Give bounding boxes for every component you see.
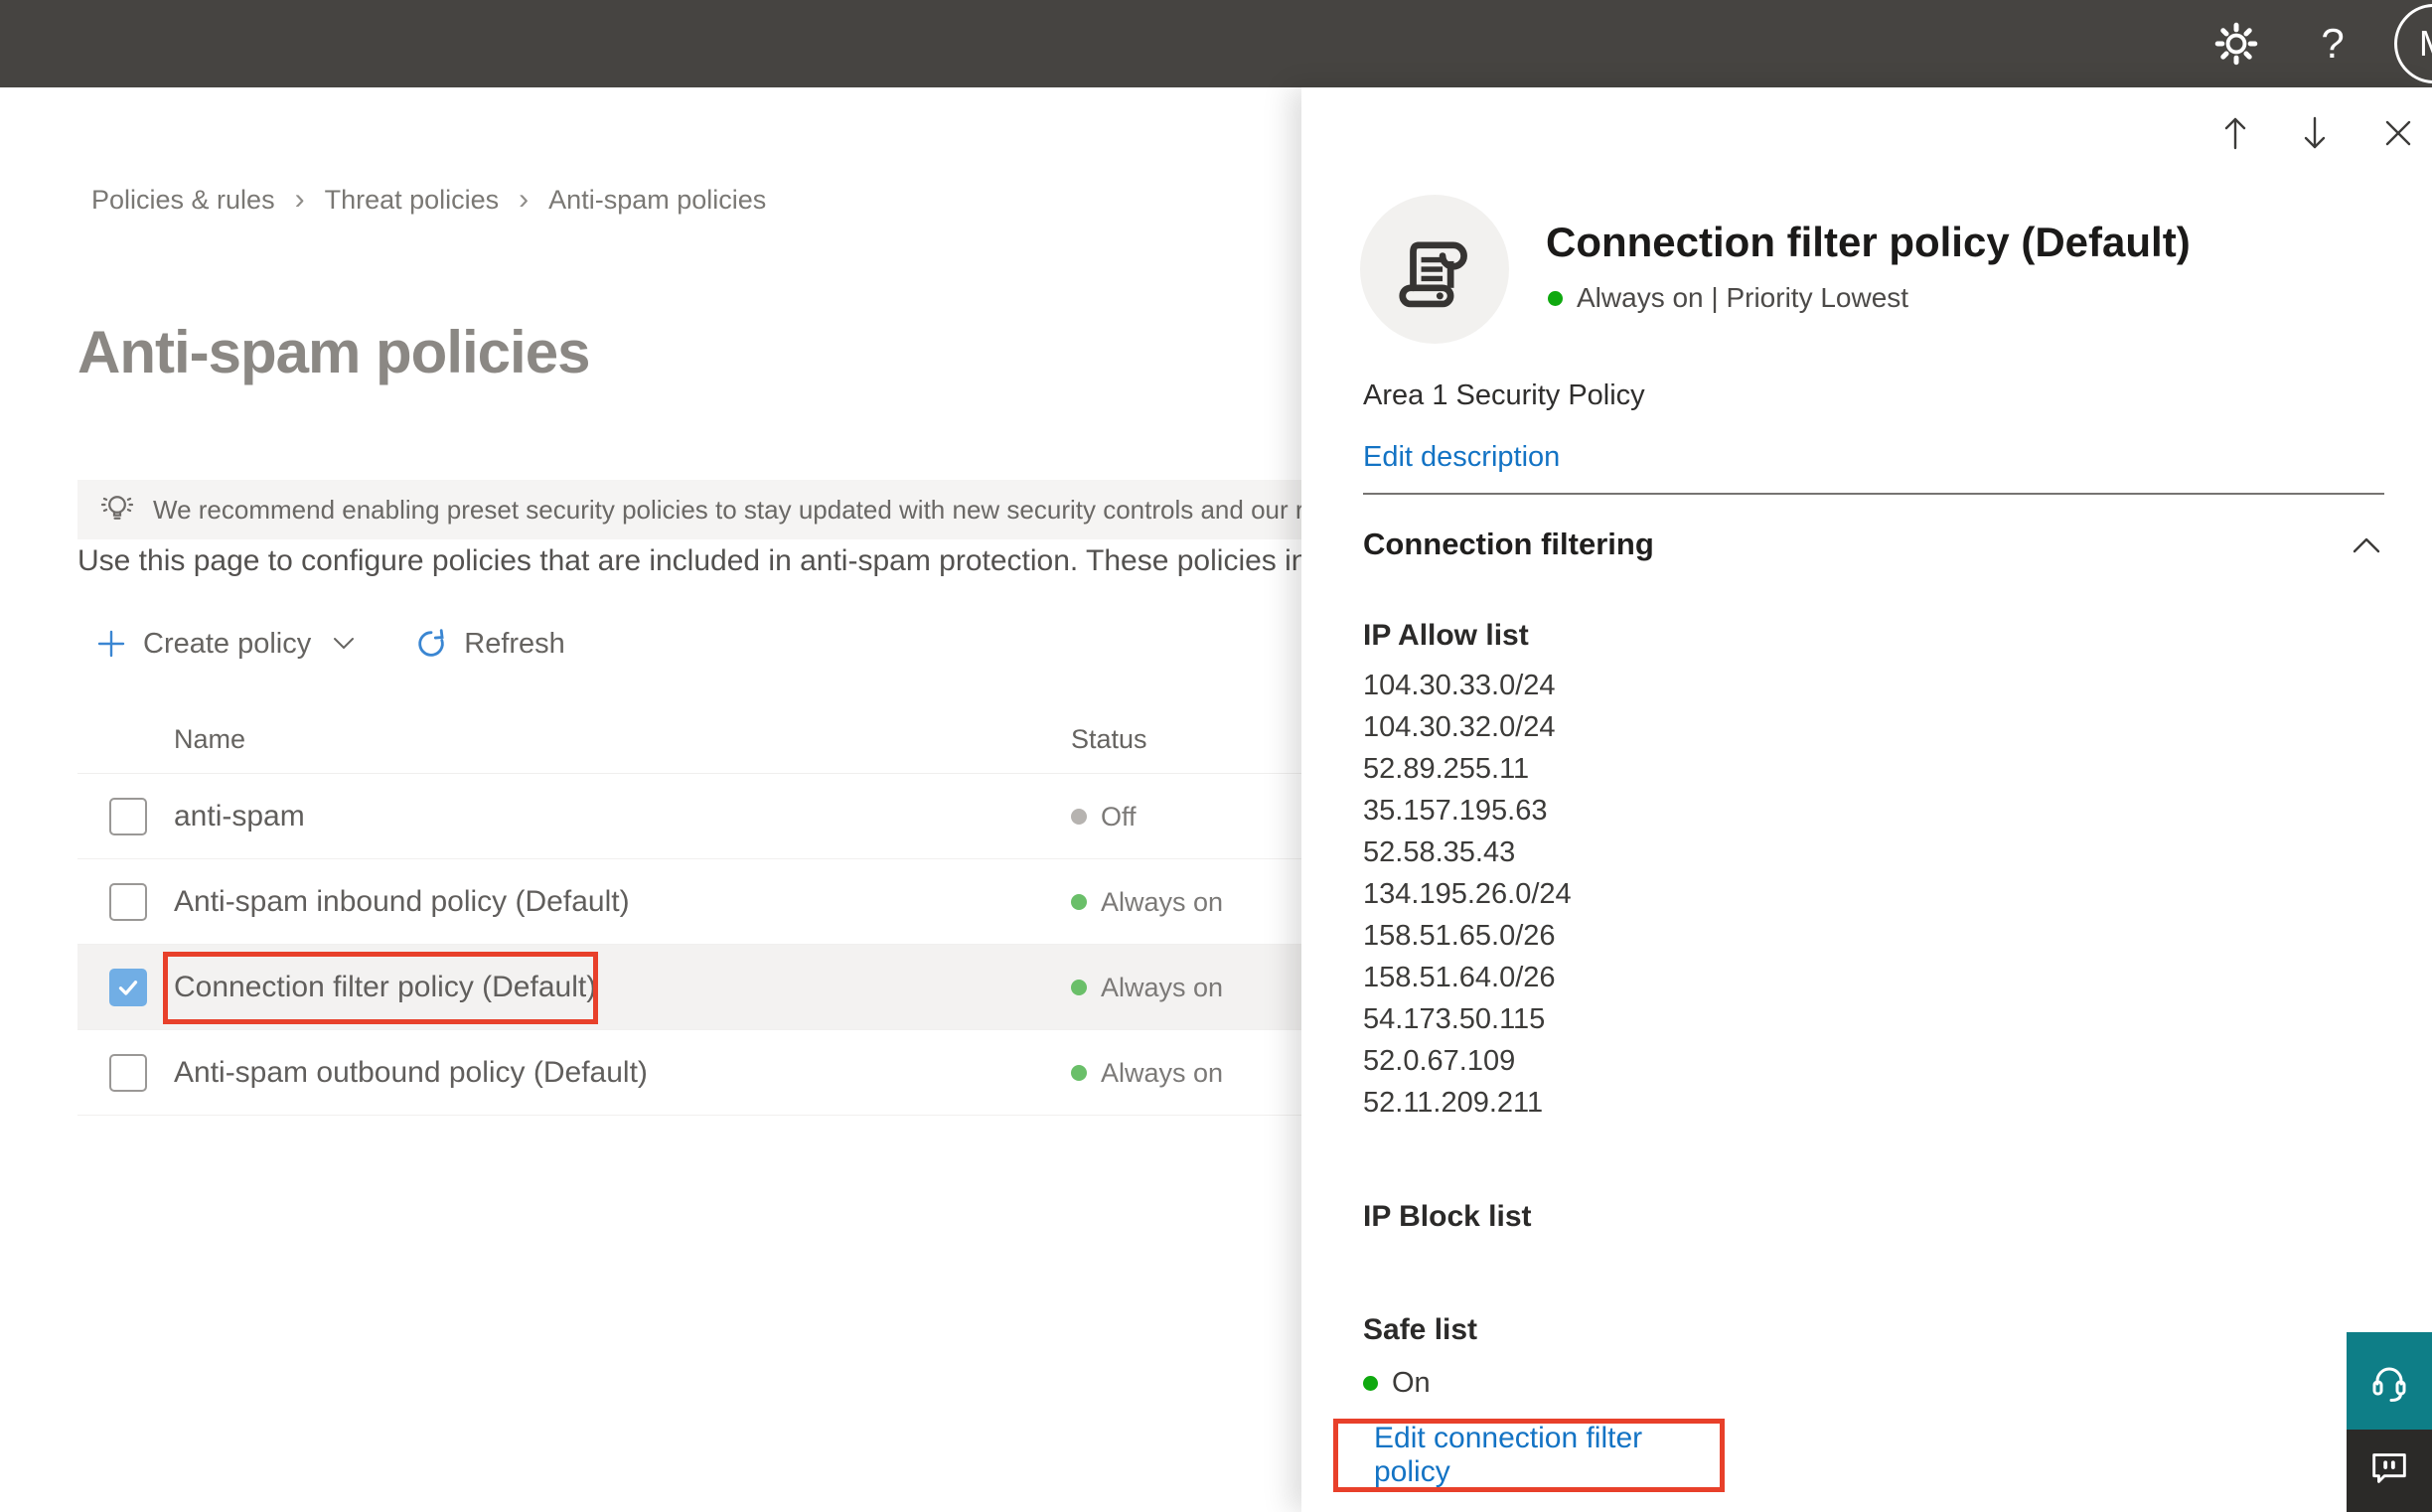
refresh-icon xyxy=(418,629,444,657)
headset-icon xyxy=(2372,1367,2406,1402)
edit-description-link[interactable]: Edit description xyxy=(1363,441,1560,474)
divider xyxy=(1363,493,2384,495)
status-badge: Always on xyxy=(1071,945,1223,1030)
breadcrumb-separator-icon: › xyxy=(519,183,530,216)
safe-list-status-label: On xyxy=(1392,1367,1431,1399)
column-header-name: Name xyxy=(174,724,246,754)
ip-entry: 104.30.33.0/24 xyxy=(1363,670,1556,701)
policy-description: Area 1 Security Policy xyxy=(1363,379,1645,411)
row-checkbox[interactable] xyxy=(109,883,147,921)
chevron-up-collapse-icon[interactable] xyxy=(2347,530,2386,560)
flyout-title: Connection filter policy (Default) xyxy=(1546,219,2191,265)
table-row-selected[interactable]: Connection filter policy (Default) Alway… xyxy=(77,945,1301,1030)
page-description: Use this page to configure policies that… xyxy=(77,544,1301,577)
previous-item-arrow-up-icon[interactable] xyxy=(2213,111,2257,155)
status-label: Always on xyxy=(1101,886,1224,917)
page-title: Anti-spam policies xyxy=(77,319,590,385)
row-checkbox-checked[interactable] xyxy=(109,969,147,1006)
plus-icon xyxy=(97,630,125,658)
breadcrumb-policies-rules[interactable]: Policies & rules xyxy=(91,185,275,216)
next-item-arrow-down-icon[interactable] xyxy=(2293,111,2337,155)
ip-entry: 52.89.255.11 xyxy=(1363,753,1530,785)
lightbulb-icon xyxy=(99,490,135,530)
ip-entry: 158.51.65.0/26 xyxy=(1363,920,1556,952)
main-content: Policies & rules › Threat policies › Ant… xyxy=(0,87,1301,1512)
create-policy-label: Create policy xyxy=(143,627,312,660)
check-icon xyxy=(118,981,138,995)
table-row[interactable]: anti-spam Off xyxy=(77,774,1301,859)
help-icon[interactable]: ? xyxy=(2301,0,2364,87)
section-title-connection-filtering: Connection filtering xyxy=(1363,527,1654,561)
table-row[interactable]: Anti-spam inbound policy (Default) Alway… xyxy=(77,859,1301,945)
toolbar: Create policy Refresh xyxy=(95,619,565,669)
ip-entry: 134.195.26.0/24 xyxy=(1363,878,1572,910)
policy-details-flyout: Connection filter policy (Default) Alway… xyxy=(1301,87,2432,1512)
safe-list-status: On xyxy=(1363,1367,1431,1400)
edit-connection-filter-policy-link[interactable]: Edit connection filter policy xyxy=(1374,1422,1720,1489)
status-label: Off xyxy=(1101,801,1137,832)
status-label: Always on xyxy=(1101,1057,1224,1088)
status-badge: Always on xyxy=(1071,1030,1223,1116)
status-dot-on xyxy=(1071,1065,1087,1081)
close-icon[interactable] xyxy=(2376,111,2420,155)
policy-name: Connection filter policy (Default) xyxy=(174,971,597,1003)
ip-allow-list-title: IP Allow list xyxy=(1363,619,1529,652)
column-header-status: Status xyxy=(1071,724,1147,754)
create-policy-button[interactable]: Create policy xyxy=(95,628,355,661)
refresh-button[interactable]: Refresh xyxy=(414,627,565,661)
ip-entry: 52.11.209.211 xyxy=(1363,1087,1544,1119)
table-row[interactable]: Anti-spam outbound policy (Default) Alwa… xyxy=(77,1030,1301,1116)
flyout-status-text: Always on | Priority Lowest xyxy=(1577,282,1909,313)
status-dot-on xyxy=(1071,980,1087,995)
avatar-initial: M xyxy=(2419,23,2432,65)
status-dot-on xyxy=(1548,290,1563,306)
ip-entry: 52.0.67.109 xyxy=(1363,1045,1516,1077)
status-badge: Off xyxy=(1071,774,1137,859)
policy-name: Anti-spam outbound policy (Default) xyxy=(174,1056,648,1089)
status-badge: Always on xyxy=(1071,859,1223,945)
breadcrumb-separator-icon: › xyxy=(294,183,305,216)
settings-gear-icon[interactable] xyxy=(2204,0,2268,87)
status-dot-on xyxy=(1071,894,1087,910)
flyout-status-line: Always on | Priority Lowest xyxy=(1548,282,1908,314)
recommendation-banner: We recommend enabling preset security po… xyxy=(77,480,1301,539)
support-headset-button[interactable] xyxy=(2347,1332,2432,1430)
chevron-down-icon xyxy=(334,638,355,650)
status-dot-on xyxy=(1363,1376,1378,1391)
ip-entry: 54.173.50.115 xyxy=(1363,1003,1546,1035)
feedback-button[interactable] xyxy=(2347,1430,2432,1512)
policy-scroll-icon xyxy=(1360,195,1509,344)
row-checkbox[interactable] xyxy=(109,1054,147,1092)
banner-text: We recommend enabling preset security po… xyxy=(153,494,1301,525)
status-label: Always on xyxy=(1101,972,1224,1002)
ip-entry: 104.30.32.0/24 xyxy=(1363,711,1556,743)
row-checkbox[interactable] xyxy=(109,798,147,835)
feedback-speech-bubble-icon xyxy=(2372,1453,2406,1483)
policy-table: Name Status anti-spam Off Anti-spam inbo… xyxy=(77,708,1301,1116)
breadcrumb: Policies & rules › Threat policies › Ant… xyxy=(91,183,766,217)
policy-name: Anti-spam inbound policy (Default) xyxy=(174,885,630,918)
breadcrumb-anti-spam-policies[interactable]: Anti-spam policies xyxy=(548,185,766,216)
account-avatar[interactable]: M xyxy=(2394,4,2432,83)
ip-entry: 158.51.64.0/26 xyxy=(1363,962,1556,993)
ip-allow-list: 104.30.33.0/24 104.30.32.0/24 52.89.255.… xyxy=(1363,665,1572,1124)
ip-entry: 35.157.195.63 xyxy=(1363,795,1548,827)
status-dot-off xyxy=(1071,809,1087,825)
breadcrumb-threat-policies[interactable]: Threat policies xyxy=(325,185,500,216)
screen: ? M Policies & rules › Threat policies ›… xyxy=(0,0,2432,1512)
ip-block-list-title: IP Block list xyxy=(1363,1200,1532,1233)
safe-list-title: Safe list xyxy=(1363,1313,1478,1346)
refresh-label: Refresh xyxy=(464,627,565,660)
edit-link-annotation-box: Edit connection filter policy xyxy=(1333,1419,1725,1492)
top-bar: ? M xyxy=(0,0,2432,87)
ip-entry: 52.58.35.43 xyxy=(1363,836,1516,868)
policy-name: anti-spam xyxy=(174,800,305,832)
table-header: Name Status xyxy=(77,708,1301,774)
